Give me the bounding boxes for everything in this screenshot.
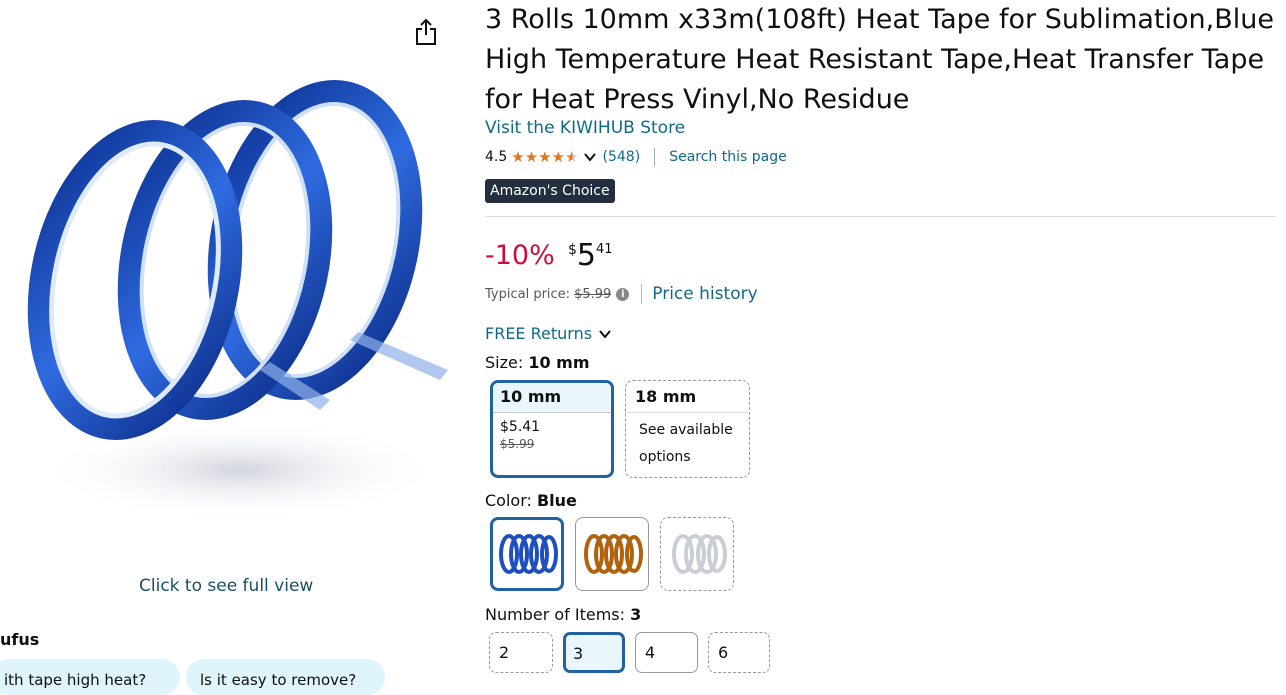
size-option-name: 10 mm [493, 383, 611, 413]
color-swatch-clear[interactable] [660, 517, 734, 591]
price: $541 [568, 238, 613, 273]
items-option-3[interactable]: 3 [563, 632, 625, 673]
free-returns-link[interactable]: FREE Returns [485, 324, 612, 343]
items-label: Number of Items: [485, 605, 626, 624]
size-option-18mm[interactable]: 18 mm See available options [625, 380, 750, 478]
size-option-note: See available options [639, 422, 733, 465]
size-label: Size: [485, 353, 524, 372]
typical-price-row: Typical price: $5.99 i Price history [485, 284, 758, 304]
rating-count-link[interactable]: (548) [603, 149, 641, 165]
search-this-page-link[interactable]: Search this page [669, 149, 787, 165]
price-whole: 5 [576, 238, 597, 273]
star-icon: ★ [524, 147, 539, 166]
chevron-down-icon [599, 329, 611, 339]
items-option-6[interactable]: 6 [708, 632, 770, 673]
color-swatch-amber[interactable] [575, 517, 649, 591]
color-label: Color: [485, 491, 532, 510]
full-view-link[interactable]: Click to see full view [139, 576, 313, 596]
size-option-name: 18 mm [626, 381, 749, 413]
divider [641, 284, 643, 304]
store-link[interactable]: Visit the KIWIHUB Store [485, 118, 685, 138]
product-main-image[interactable] [20, 70, 460, 530]
price-history-link[interactable]: Price history [652, 284, 757, 304]
free-returns-label: FREE Returns [485, 324, 593, 343]
color-selected-value: Blue [536, 491, 577, 510]
divider [654, 148, 656, 166]
rating-row: 4.5 ★ ★ ★ ★ ★ (548) Search this page [485, 147, 787, 167]
star-icon: ★ [551, 147, 566, 166]
discount-percent: -10% [485, 240, 555, 271]
star-icon: ★ [511, 147, 525, 166]
items-label-row: Number of Items: 3 [485, 605, 641, 624]
size-option-list-price: $5.99 [500, 437, 535, 451]
share-icon[interactable] [413, 18, 439, 46]
star-rating[interactable]: ★ ★ ★ ★ ★ [511, 147, 579, 166]
price-fraction: 41 [596, 242, 613, 257]
amber-tape-swatch-icon [584, 534, 643, 574]
section-divider [485, 216, 1276, 217]
size-option-10mm[interactable]: 10 mm $5.41 $5.99 [490, 380, 614, 478]
typical-price-value: $5.99 [574, 286, 612, 302]
rufus-question-chip[interactable]: ith tape high heat? [0, 659, 180, 695]
rufus-question-chip[interactable]: ls it easy to remove? [186, 659, 385, 695]
items-option-4[interactable]: 4 [635, 632, 698, 673]
rating-value: 4.5 [485, 149, 508, 165]
blue-tape-swatch-icon [499, 534, 558, 574]
product-title: 3 Rolls 10mm x33m(108ft) Heat Tape for S… [485, 4, 1274, 115]
amazons-choice-badge: Amazon's Choice [485, 179, 615, 203]
info-icon[interactable]: i [616, 287, 630, 301]
rufus-label: ufus [0, 630, 40, 649]
items-option-2[interactable]: 2 [489, 632, 553, 673]
color-swatch-blue[interactable] [490, 517, 564, 591]
price-currency: $ [568, 242, 577, 258]
typical-price-label: Typical price: [485, 286, 571, 302]
chevron-down-icon[interactable] [583, 150, 597, 164]
star-half-icon: ★ [565, 147, 579, 166]
size-option-price: $5.41 [500, 419, 541, 435]
items-selected-value: 3 [630, 605, 642, 624]
size-label-row: Size: 10 mm [485, 353, 590, 372]
size-selected-value: 10 mm [528, 353, 590, 372]
color-label-row: Color: Blue [485, 491, 577, 510]
star-icon: ★ [538, 147, 552, 166]
clear-tape-swatch-icon [672, 534, 727, 574]
